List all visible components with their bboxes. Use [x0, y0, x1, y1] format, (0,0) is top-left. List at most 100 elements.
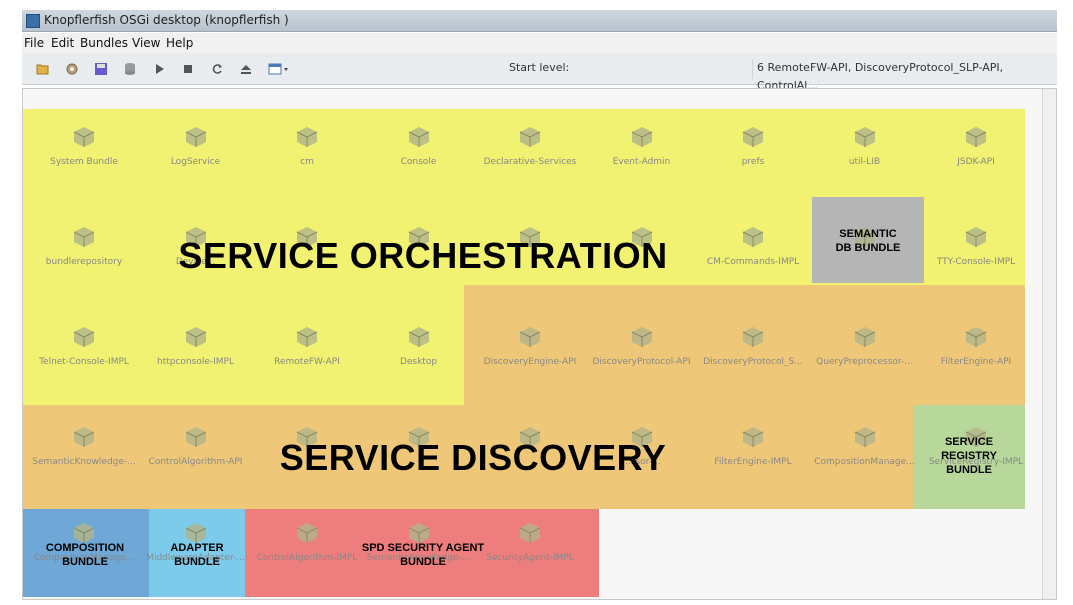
bundle-label: Desktop	[399, 357, 438, 367]
bundle-icon	[72, 425, 96, 449]
bundle-label: QueryPreprocessor-...	[816, 357, 913, 367]
bundle-icon	[741, 425, 765, 449]
bundle-label: httpconsole-IMPL	[157, 357, 234, 367]
bundle-item[interactable]: SemanticKnowledge-...	[25, 425, 143, 467]
bundle-item[interactable]: Telnet-Console-IMPL	[25, 325, 143, 367]
adapter-label: ADAPTER BUNDLE	[170, 542, 224, 568]
menu-help[interactable]: Help	[166, 36, 193, 50]
bundle-item[interactable]: Desktop	[360, 325, 478, 367]
bundle-item[interactable]: bundlerepository	[25, 225, 143, 267]
bundle-item[interactable]: ControlAlgorithm-API	[137, 425, 255, 467]
bundle-label: RemoteFW-API	[274, 357, 340, 367]
bundle-label: Event-Admin	[612, 157, 671, 167]
menu-file[interactable]: File	[24, 36, 44, 50]
menu-view[interactable]: View	[132, 36, 160, 50]
bundle-icon	[741, 325, 765, 349]
service-discovery-label: SERVICE DISCOVERY	[279, 437, 667, 478]
bundle-label: CompositionManage...	[814, 457, 915, 467]
bundle-icon	[184, 125, 208, 149]
bundle-item[interactable]: prefs	[694, 125, 812, 167]
bundle-icon	[964, 325, 988, 349]
bundle-item[interactable]: FilterEngine-API	[917, 325, 1035, 367]
stop-icon[interactable]	[181, 62, 195, 76]
bundle-icon	[184, 425, 208, 449]
bundle-icon	[295, 325, 319, 349]
bundle-label: FilterEngine-API	[940, 357, 1012, 367]
bundle-label: DiscoveryProtocol_S...	[703, 357, 803, 367]
bundle-item[interactable]: RemoteFW-API	[248, 325, 366, 367]
bundle-label: SemanticKnowledge-...	[32, 457, 136, 467]
refresh-icon[interactable]	[210, 62, 224, 76]
vertical-scrollbar[interactable]	[1042, 89, 1056, 599]
start-level-select[interactable]: 6 RemoteFW-API, DiscoveryProtocol_SLP-AP…	[752, 59, 1052, 92]
bundle-icon	[72, 225, 96, 249]
bundle-item[interactable]: System Bundle	[25, 125, 143, 167]
bundle-icon	[72, 325, 96, 349]
bundle-item[interactable]: JSDK-API	[917, 125, 1035, 167]
bundle-item[interactable]: cm	[248, 125, 366, 167]
bundle-icon	[964, 225, 988, 249]
bundle-label: TTY-Console-IMPL	[936, 257, 1016, 267]
bundle-label: util-LIB	[848, 157, 881, 167]
bundle-icon	[407, 325, 431, 349]
view-dropdown-icon[interactable]	[268, 62, 290, 76]
bundle-item[interactable]: httpconsole-IMPL	[137, 325, 255, 367]
bundle-item[interactable]: Declarative-Services	[471, 125, 589, 167]
bundle-item[interactable]: Console	[360, 125, 478, 167]
bundle-item[interactable]: LogService	[137, 125, 255, 167]
spd-security-agent-label: SPD SECURITY AGENT BUNDLE	[361, 542, 485, 568]
bundle-label: System Bundle	[50, 157, 118, 167]
service-orchestration-label: SERVICE ORCHESTRATION	[178, 235, 668, 276]
bundle-label: Telnet-Console-IMPL	[39, 357, 129, 367]
bundle-item[interactable]: DiscoveryEngine-API	[471, 325, 589, 367]
window-title: Knopflerfish OSGi desktop (knopflerfish …	[44, 13, 289, 27]
menu-bundles[interactable]: Bundles	[80, 36, 128, 50]
app-icon	[26, 14, 40, 28]
bundle-icon	[853, 125, 877, 149]
bundle-icon	[630, 125, 654, 149]
bundle-icon	[184, 325, 208, 349]
service-registry-label: SERVICE REGISTRY BUNDLE	[941, 436, 997, 476]
bundle-canvas: System Bundle LogService cm Console Declarat…	[22, 88, 1057, 600]
bundle-label: prefs	[741, 157, 765, 167]
toolbar: Start level: 6 RemoteFW-API, DiscoveryPr…	[22, 53, 1057, 92]
start-level-label: Start level:	[509, 61, 570, 74]
open-folder-icon[interactable]	[36, 62, 50, 76]
bundle-item[interactable]: CM-Commands-IMPL	[694, 225, 812, 267]
menu-edit[interactable]: Edit	[51, 36, 74, 50]
semantic-db-label: SEMANTIC DB BUNDLE	[835, 228, 901, 254]
bundle-icon	[518, 521, 542, 545]
bundle-label: Declarative-Services	[483, 157, 577, 167]
bundle-icon	[72, 125, 96, 149]
bundle-icon	[630, 325, 654, 349]
bundle-icon	[964, 125, 988, 149]
bundle-label: cm	[300, 157, 314, 167]
bundle-item[interactable]: ControlAlgorithm-IMPL	[248, 521, 366, 563]
bundle-item[interactable]: CompositionManage...	[806, 425, 924, 467]
bundle-item[interactable]: DiscoveryProtocol-API	[583, 325, 701, 367]
eject-icon[interactable]	[239, 62, 253, 76]
bundle-item[interactable]: DiscoveryProtocol_S...	[694, 325, 812, 367]
database-icon[interactable]	[123, 62, 137, 76]
bundle-label: ControlAlgorithm-IMPL	[256, 553, 358, 563]
bundle-item[interactable]: util-LIB	[806, 125, 924, 167]
bundle-item[interactable]: Event-Admin	[583, 125, 701, 167]
bundle-label: CM-Commands-IMPL	[706, 257, 800, 267]
bundle-item[interactable]: FilterEngine-IMPL	[694, 425, 812, 467]
bundle-icon	[295, 125, 319, 149]
bundle-item[interactable]: QueryPreprocessor-...	[806, 325, 924, 367]
bundle-icon	[741, 125, 765, 149]
bundle-item[interactable]: TTY-Console-IMPL	[917, 225, 1035, 267]
save-icon[interactable]	[94, 62, 108, 76]
composition-label: COMPOSITION BUNDLE	[45, 542, 125, 568]
bundle-label: DiscoveryProtocol-API	[592, 357, 691, 367]
bundle-label: DiscoveryEngine-API	[483, 357, 577, 367]
bundle-label: Console	[400, 157, 437, 167]
bundle-label: ControlAlgorithm-API	[148, 457, 243, 467]
gear-icon[interactable]	[65, 62, 79, 76]
title-bar: Knopflerfish OSGi desktop (knopflerfish …	[22, 10, 1057, 32]
menu-bar: File Edit Bundles View Help	[22, 33, 1057, 53]
bundle-icon	[853, 425, 877, 449]
play-icon[interactable]	[152, 62, 166, 76]
bundle-label: FilterEngine-IMPL	[714, 457, 792, 467]
